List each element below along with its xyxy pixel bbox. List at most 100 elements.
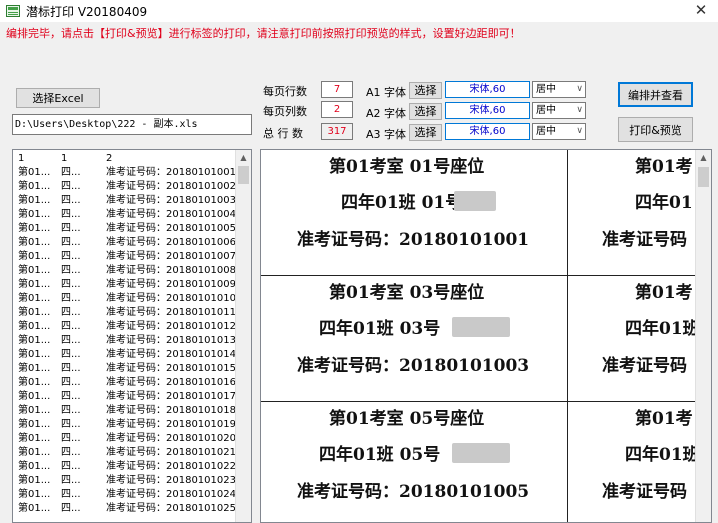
list-cell: 第01... (18, 251, 51, 262)
list-cell: 四... (61, 195, 81, 206)
label-line-1: 第01考室 03号座位 (329, 283, 485, 303)
list-item[interactable]: 第01... 四... 准考证号码：20180101023 (13, 474, 237, 488)
list-cell: 四... (61, 251, 81, 262)
list-cell: 准考证号码：20180101024 (106, 489, 236, 500)
list-item[interactable]: 第01... 四... 准考证号码：20180101010 (13, 292, 237, 306)
list-header-row: 1 1 2 (13, 150, 237, 166)
scroll-up-arrow-icon[interactable]: ▲ (236, 150, 251, 166)
list-item[interactable]: 第01... 四... 准考证号码：20180101008 (13, 264, 237, 278)
list-item[interactable]: 第01... 四... 准考证号码：20180101012 (13, 320, 237, 334)
font-a2-field[interactable]: 宋体,60 (445, 102, 530, 119)
list-item[interactable]: 第01... 四... 准考证号码：20180101015 (13, 362, 237, 376)
list-item[interactable]: 第01... 四... 准考证号码：20180101021 (13, 446, 237, 460)
list-cell: 准考证号码：20180101025 (106, 503, 236, 514)
list-cell: 四... (61, 335, 81, 346)
list-cell: 第01... (18, 209, 51, 220)
chevron-down-icon: ∨ (576, 84, 583, 94)
font-a3-label: A3 字体 (366, 128, 407, 141)
font-a2-align-value: 居中 (536, 105, 556, 116)
font-a3-align-value: 居中 (536, 126, 556, 137)
list-cell: 准考证号码：20180101010 (106, 293, 236, 304)
list-item[interactable]: 第01... 四... 准考证号码：20180101006 (13, 236, 237, 250)
chevron-down-icon: ∨ (576, 126, 583, 136)
list-item[interactable]: 第01... 四... 准考证号码：20180101013 (13, 334, 237, 348)
list-item[interactable]: 第01... 四... 准考证号码：20180101014 (13, 348, 237, 362)
close-button[interactable]: ✕ (684, 0, 718, 22)
font-a1-field[interactable]: 宋体,60 (445, 81, 530, 98)
list-cell: 准考证号码：20180101011 (106, 307, 236, 318)
font-a3-field[interactable]: 宋体,60 (445, 123, 530, 140)
list-item[interactable]: 第01... 四... 准考证号码：20180101004 (13, 208, 237, 222)
preview-scrollbar[interactable]: ▲ (695, 150, 711, 522)
list-item[interactable]: 第01... 四... 准考证号码：20180101005 (13, 222, 237, 236)
list-cell: 四... (61, 489, 81, 500)
preview-scroll-thumb[interactable] (698, 167, 709, 187)
list-cell: 准考证号码：20180101009 (106, 279, 236, 290)
list-cell: 准考证号码：20180101015 (106, 363, 236, 374)
select-excel-button[interactable]: 选择Excel (16, 88, 100, 108)
rows-per-page-input[interactable]: 7 (321, 81, 353, 98)
list-cell: 准考证号码：20180101023 (106, 475, 236, 486)
font-a1-align-select[interactable]: 居中 ∨ (532, 81, 586, 98)
list-cell: 四... (61, 293, 81, 304)
list-cell: 四... (61, 349, 81, 360)
redacted-name (452, 443, 510, 463)
list-item[interactable]: 第01... 四... 准考证号码：20180101024 (13, 488, 237, 502)
font-a3-align-select[interactable]: 居中 ∨ (532, 123, 586, 140)
list-item[interactable]: 第01... 四... 准考证号码：20180101020 (13, 432, 237, 446)
list-cell: 四... (61, 475, 81, 486)
list-item[interactable]: 第01... 四... 准考证号码：20180101017 (13, 390, 237, 404)
scroll-up-arrow-icon[interactable]: ▲ (696, 150, 711, 166)
list-cell: 第01... (18, 279, 51, 290)
list-item[interactable]: 第01... 四... 准考证号码：20180101011 (13, 306, 237, 320)
list-cell: 四... (61, 223, 81, 234)
status-notice: 编排完毕，请点击【打印&预览】进行标签的打印，请注意打印前按照打印预览的样式，设… (6, 27, 521, 40)
list-cell: 第01... (18, 405, 51, 416)
list-cell: 准考证号码：20180101020 (106, 433, 236, 444)
cols-per-page-input[interactable]: 2 (321, 101, 353, 118)
list-cell: 四... (61, 433, 81, 444)
list-item[interactable]: 第01... 四... 准考证号码：20180101018 (13, 404, 237, 418)
list-cell: 四... (61, 503, 81, 514)
list-item[interactable]: 第01... 四... 准考证号码：20180101022 (13, 460, 237, 474)
list-item[interactable]: 第01... 四... 准考证号码：20180101003 (13, 194, 237, 208)
list-item[interactable]: 第01... 四... 准考证号码：20180101001 (13, 166, 237, 180)
data-list[interactable]: 1 1 2 第01... 四... 准考证号码：20180101001 第01...… (12, 149, 252, 523)
label-line-2: 四年01班 (625, 445, 700, 465)
font-a2-align-select[interactable]: 居中 ∨ (532, 102, 586, 119)
list-scroll-thumb[interactable] (238, 166, 249, 184)
list-cell: 第01... (18, 391, 51, 402)
label-line-1: 第01考室 01号座位 (329, 157, 485, 177)
font-a3-select-button[interactable]: 选择 (409, 124, 442, 141)
list-item[interactable]: 第01... 四... 准考证号码：20180101009 (13, 278, 237, 292)
list-cell: 第01... (18, 167, 51, 178)
list-cell: 第01... (18, 377, 51, 388)
list-cell: 第01... (18, 237, 51, 248)
arrange-and-view-button[interactable]: 编排并查看 (618, 82, 693, 107)
label-line-1: 第01考 (635, 283, 693, 303)
font-a1-align-value: 居中 (536, 84, 556, 95)
print-preview-button[interactable]: 打印&预览 (618, 117, 693, 142)
font-a2-select-button[interactable]: 选择 (409, 103, 442, 120)
file-path-field[interactable]: D:\Users\Desktop\222 - 副本.xls (12, 114, 252, 135)
label-line-3: 准考证号码：20180101001 (297, 230, 530, 250)
list-scrollbar[interactable]: ▲ (235, 150, 251, 522)
list-item[interactable]: 第01... 四... 准考证号码：20180101025 (13, 502, 237, 516)
font-a1-select-button[interactable]: 选择 (409, 82, 442, 99)
list-item[interactable]: 第01... 四... 准考证号码：20180101007 (13, 250, 237, 264)
list-cell: 准考证号码：20180101001 (106, 167, 236, 178)
list-item[interactable]: 第01... 四... 准考证号码：20180101019 (13, 418, 237, 432)
list-cell: 准考证号码：20180101016 (106, 377, 236, 388)
list-cell: 四... (61, 419, 81, 430)
list-cell: 四... (61, 447, 81, 458)
list-cell: 第01... (18, 447, 51, 458)
total-rows-field: 317 (321, 123, 353, 140)
app-icon (6, 5, 20, 17)
list-cell: 第01... (18, 223, 51, 234)
list-cell: 第01... (18, 181, 51, 192)
list-item[interactable]: 第01... 四... 准考证号码：20180101016 (13, 376, 237, 390)
list-item[interactable]: 第01... 四... 准考证号码：20180101002 (13, 180, 237, 194)
list-cell: 准考证号码：20180101003 (106, 195, 236, 206)
label-line-2: 四年01 (635, 193, 693, 213)
list-cell: 四... (61, 265, 81, 276)
